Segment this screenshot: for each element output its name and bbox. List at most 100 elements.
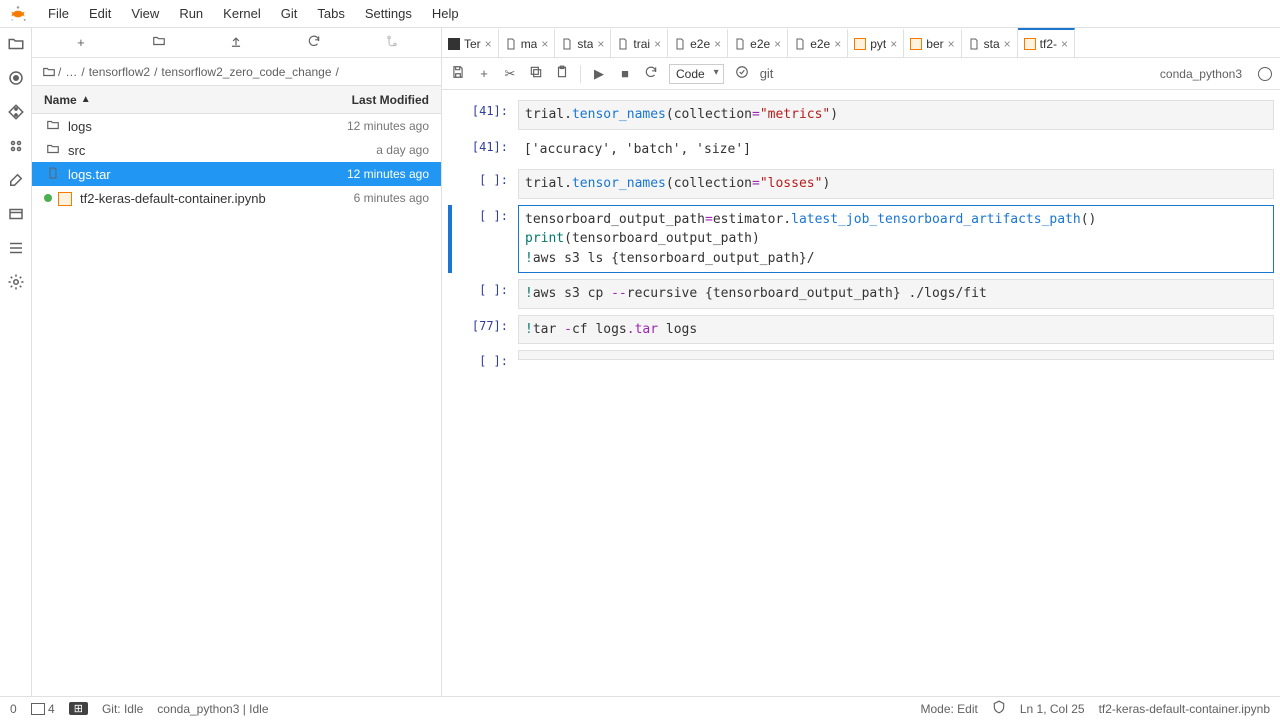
tab-label: tf2- [1040,37,1057,51]
close-icon[interactable]: × [834,37,841,51]
menu-edit[interactable]: Edit [79,0,121,28]
tab-label: ber [926,37,943,51]
git-icon[interactable] [6,102,26,122]
tab[interactable]: ma× [499,28,556,57]
tab-label: pyt [870,37,886,51]
menu-tabs[interactable]: Tabs [307,0,354,28]
menu-file[interactable]: File [38,0,79,28]
notebook-cell[interactable]: [77]:!tar -cf logs.tar logs [448,315,1274,345]
menu-kernel[interactable]: Kernel [213,0,271,28]
new-launcher-icon[interactable]: + [71,35,91,50]
toc-icon[interactable] [6,238,26,258]
save-icon[interactable] [450,65,466,82]
terminal-count[interactable]: 4 [31,702,55,716]
running-icon[interactable] [6,68,26,88]
file-row[interactable]: tf2-keras-default-container.ipynb6 minut… [32,186,441,210]
code-input[interactable]: trial.tensor_names(collection="metrics") [518,100,1274,130]
terminal-icon [448,38,460,50]
status-mode[interactable]: Mode: Edit [920,702,977,716]
close-icon[interactable]: × [654,37,661,51]
commands-icon[interactable] [6,136,26,156]
folder-icon [42,65,56,79]
tab-label: ma [521,37,538,51]
trust-icon[interactable] [992,700,1006,717]
status-pos[interactable]: Ln 1, Col 25 [1020,702,1085,716]
kernel-name[interactable]: conda_python3 [1160,67,1242,81]
status-git[interactable]: Git: Idle [102,702,143,716]
close-icon[interactable]: × [948,37,955,51]
code-input[interactable] [518,350,1274,360]
tab-label: e2e [810,37,830,51]
status-left-num[interactable]: 0 [10,702,17,716]
breadcrumb[interactable]: /…/tensorflow2/tensorflow2_zero_code_cha… [32,58,441,86]
copy-icon[interactable] [528,65,544,82]
close-icon[interactable]: × [774,37,781,51]
code-input[interactable]: trial.tensor_names(collection="losses") [518,169,1274,199]
new-folder-icon[interactable] [149,34,169,51]
tab[interactable]: tf2- × [1018,28,1075,57]
notebook-cell[interactable]: [41]:trial.tensor_names(collection="metr… [448,100,1274,130]
file-browser: + /…/tensorflow2/tensorflow2_zero_code_c… [32,28,442,696]
menu-help[interactable]: Help [422,0,469,28]
notebook-cell[interactable]: [ ]:!aws s3 cp --recursive {tensorboard_… [448,279,1274,309]
status-kernel[interactable]: conda_python3 | Idle [157,702,268,716]
file-header[interactable]: Name▲ Last Modified [32,86,441,114]
stop-icon[interactable]: ■ [617,66,633,81]
extension-icon[interactable] [6,272,26,292]
code-input[interactable]: !tar -cf logs.tar logs [518,315,1274,345]
upload-icon[interactable] [226,34,246,51]
tabs-icon[interactable] [6,204,26,224]
jupyter-logo [8,4,28,24]
file-row[interactable]: srca day ago [32,138,441,162]
refresh-icon[interactable] [304,34,324,51]
menu-settings[interactable]: Settings [355,0,422,28]
tab[interactable]: e2e× [668,28,728,57]
restart-icon[interactable] [643,65,659,82]
close-icon[interactable]: × [714,37,721,51]
build-icon[interactable] [6,170,26,190]
paste-icon[interactable] [554,65,570,82]
notebook-cell[interactable]: [ ]: [448,350,1274,368]
close-icon[interactable]: × [1004,37,1011,51]
command-icon[interactable] [734,65,750,82]
code-input[interactable]: !aws s3 cp --recursive {tensorboard_outp… [518,279,1274,309]
file-modified: 12 minutes ago [279,119,429,133]
notebook-cell[interactable]: [ ]:tensorboard_output_path=estimator.la… [448,205,1274,274]
close-icon[interactable]: × [1061,37,1068,51]
cell-prompt: [77]: [448,315,518,345]
tab-label: e2e [750,37,770,51]
file-row[interactable]: logs.tar12 minutes ago [32,162,441,186]
sort-asc-icon: ▲ [81,94,91,105]
tab[interactable]: sta× [555,28,611,57]
close-icon[interactable]: × [541,37,548,51]
kernel-indicator-icon[interactable] [1258,67,1272,81]
cell-type-select[interactable]: Code [669,64,724,84]
menu-view[interactable]: View [121,0,169,28]
menu-git[interactable]: Git [271,0,308,28]
run-icon[interactable]: ▶ [591,66,607,82]
add-cell-icon[interactable]: + [476,66,492,81]
notebook-cell[interactable]: [ ]:trial.tensor_names(collection="losse… [448,169,1274,199]
file-row[interactable]: logs12 minutes ago [32,114,441,138]
tab[interactable]: e2e × [728,28,788,57]
folder-icon[interactable] [6,34,26,54]
tab[interactable]: ber × [904,28,961,57]
tab[interactable]: e2e × [788,28,848,57]
close-icon[interactable]: × [485,37,492,51]
git-label[interactable]: git [760,66,774,81]
tab[interactable]: trai× [611,28,668,57]
status-file[interactable]: tf2-keras-default-container.ipynb [1099,702,1270,716]
notebook[interactable]: [41]:trial.tensor_names(collection="metr… [442,90,1280,696]
close-icon[interactable]: × [890,37,897,51]
stat-box-icon[interactable]: ⊞ [69,702,88,715]
cut-icon[interactable]: ✂ [502,66,518,82]
terminal-icon [31,703,45,715]
git-pull-icon[interactable] [382,34,402,51]
tab[interactable]: sta× [962,28,1018,57]
cell-prompt: [ ]: [448,205,518,274]
tab[interactable]: pyt × [848,28,904,57]
code-input[interactable]: tensorboard_output_path=estimator.latest… [518,205,1274,274]
close-icon[interactable]: × [597,37,604,51]
menu-run[interactable]: Run [169,0,213,28]
tab[interactable]: Ter× [442,28,499,57]
